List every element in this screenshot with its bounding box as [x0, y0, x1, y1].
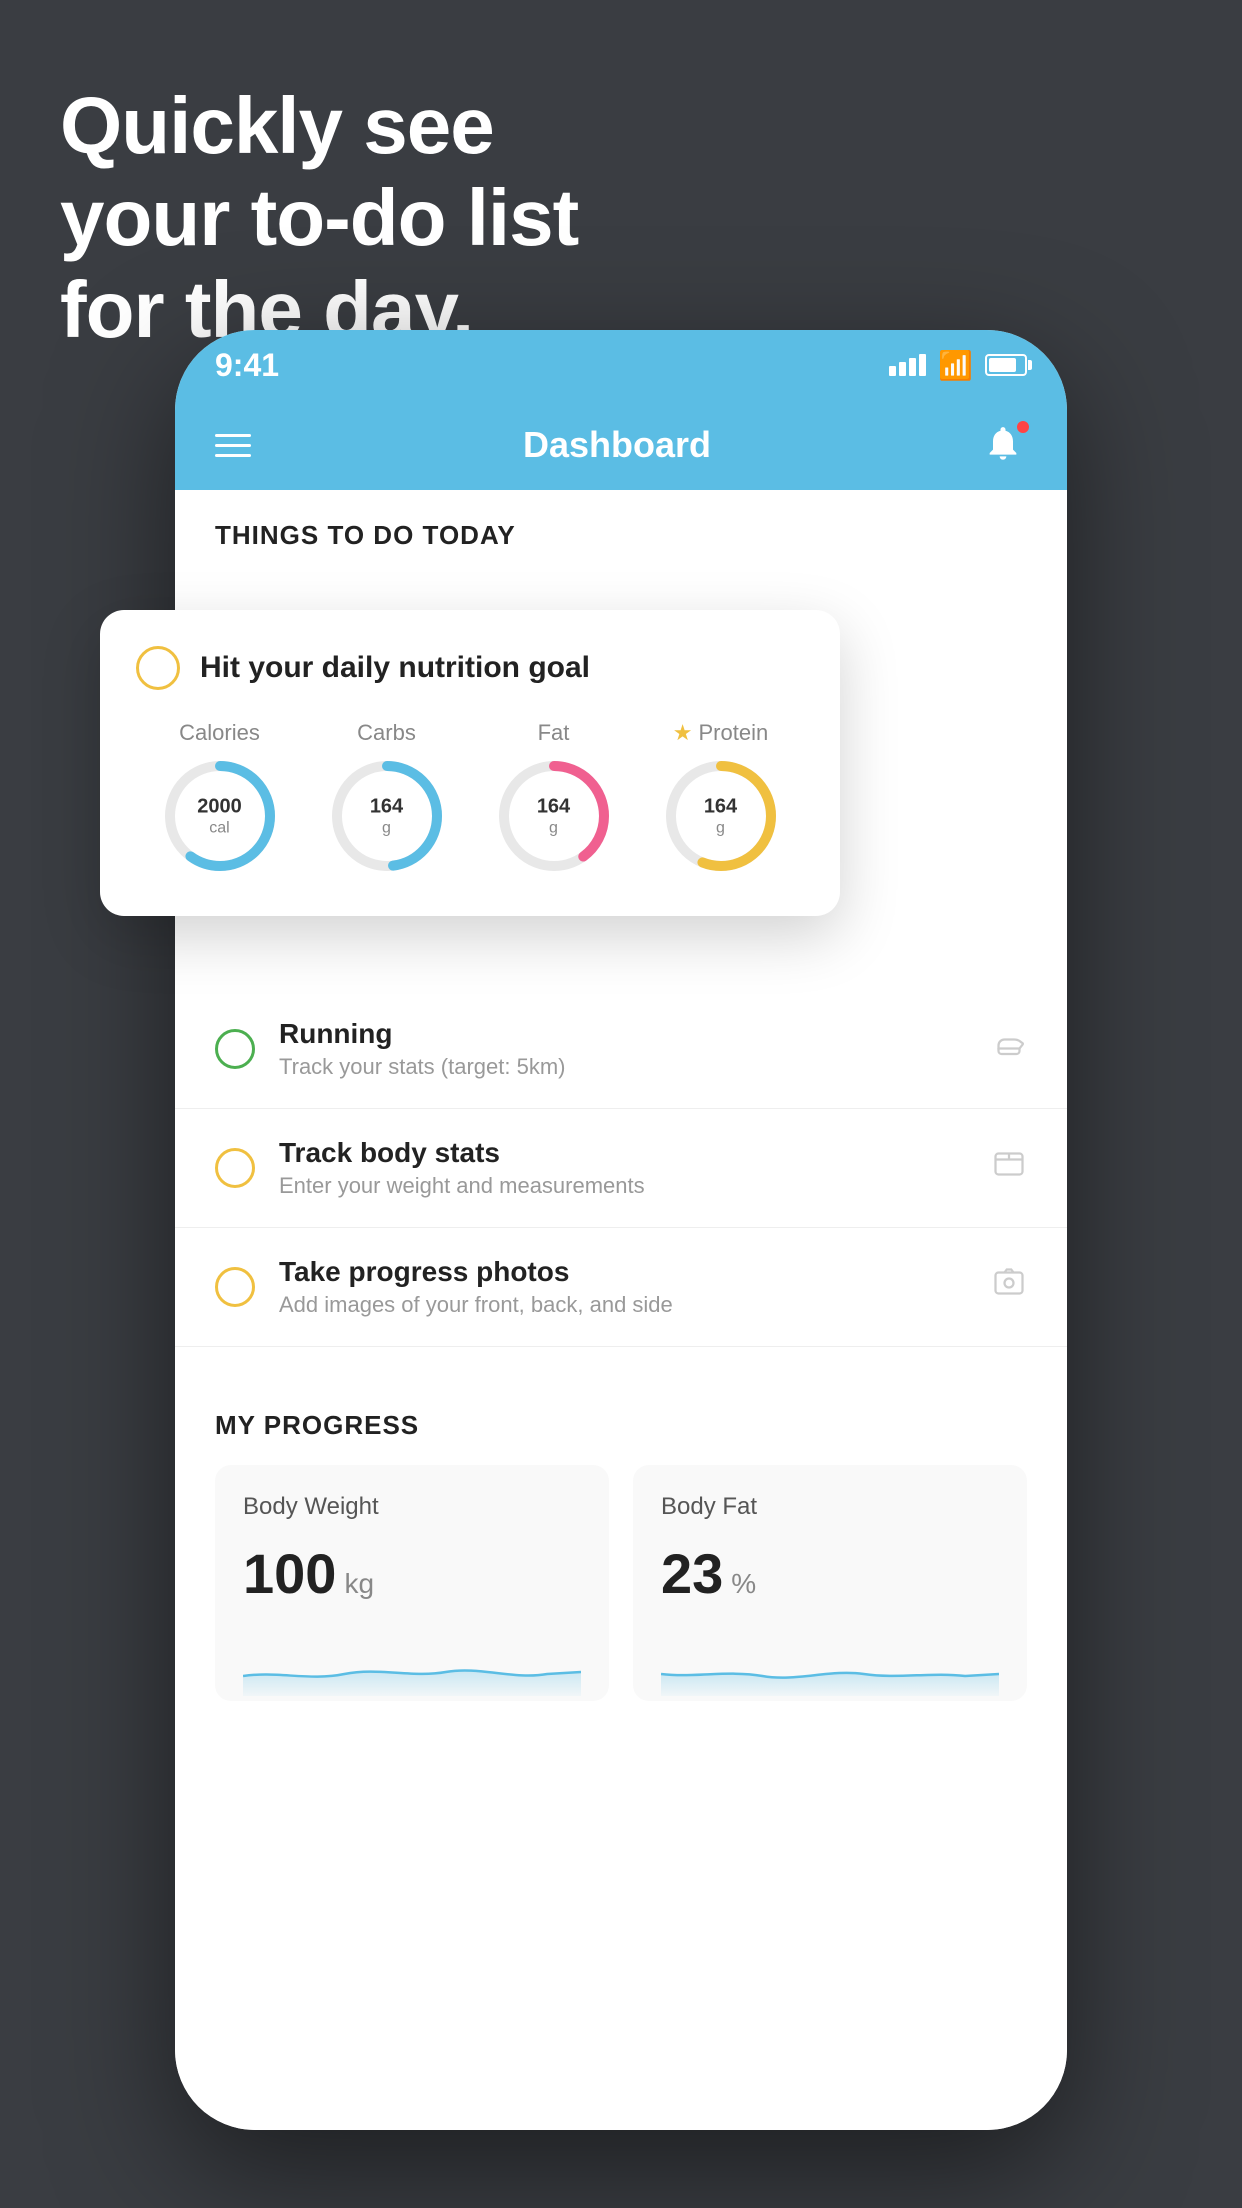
body-weight-label: Body Weight — [243, 1493, 581, 1521]
hamburger-menu-button[interactable] — [215, 434, 251, 457]
body-weight-unit: kg — [344, 1568, 374, 1600]
body-fat-number: 23 — [661, 1541, 723, 1606]
scale-icon — [991, 1146, 1027, 1190]
stat-fat: Fat 164 g — [494, 720, 614, 876]
todo-item-photos[interactable]: Take progress photos Add images of your … — [175, 1228, 1067, 1347]
body-fat-value-row: 23 % — [661, 1541, 999, 1606]
nutrition-title: Hit your daily nutrition goal — [200, 651, 590, 685]
fat-value: 164 g — [537, 794, 570, 837]
stat-fat-label: Fat — [538, 720, 570, 746]
protein-value: 164 g — [704, 794, 737, 837]
battery-icon — [985, 354, 1027, 376]
status-bar: 9:41 📶 — [175, 330, 1067, 400]
body-weight-chart — [243, 1636, 581, 1696]
signal-icon — [889, 354, 926, 376]
nutrition-stats: Calories 2000 cal Carbs — [136, 720, 804, 876]
stat-carbs: Carbs 164 g — [327, 720, 447, 876]
running-name: Running — [279, 1018, 967, 1050]
body-weight-value-row: 100 kg — [243, 1541, 581, 1606]
nutrition-card: Hit your daily nutrition goal Calories 2… — [100, 610, 840, 916]
progress-cards: Body Weight 100 kg — [215, 1465, 1027, 1701]
protein-circle: 164 g — [661, 756, 781, 876]
body-stats-checkbox[interactable] — [215, 1148, 255, 1188]
running-checkbox[interactable] — [215, 1029, 255, 1069]
photos-name: Take progress photos — [279, 1256, 967, 1288]
running-text: Running Track your stats (target: 5km) — [279, 1018, 967, 1080]
status-icons: 📶 — [889, 349, 1027, 382]
body-fat-unit: % — [731, 1568, 756, 1600]
calories-circle: 2000 cal — [160, 756, 280, 876]
nutrition-checkbox[interactable] — [136, 646, 180, 690]
headline-line2: your to-do list — [60, 172, 578, 264]
todo-item-running[interactable]: Running Track your stats (target: 5km) — [175, 990, 1067, 1109]
wifi-icon: 📶 — [938, 349, 973, 382]
headline-line1: Quickly see — [60, 80, 578, 172]
nav-title: Dashboard — [523, 424, 711, 466]
body-stats-name: Track body stats — [279, 1137, 967, 1169]
todo-list: Running Track your stats (target: 5km) T… — [175, 990, 1067, 1347]
body-fat-label: Body Fat — [661, 1493, 999, 1521]
todo-item-body-stats[interactable]: Track body stats Enter your weight and m… — [175, 1109, 1067, 1228]
body-fat-chart — [661, 1636, 999, 1696]
status-time: 9:41 — [215, 347, 279, 384]
photos-checkbox[interactable] — [215, 1267, 255, 1307]
fat-circle: 164 g — [494, 756, 614, 876]
nutrition-card-header: Hit your daily nutrition goal — [136, 646, 804, 690]
body-weight-card: Body Weight 100 kg — [215, 1465, 609, 1701]
body-stats-text: Track body stats Enter your weight and m… — [279, 1137, 967, 1199]
photo-icon — [991, 1265, 1027, 1309]
progress-section: MY PROGRESS Body Weight 100 kg — [175, 1370, 1067, 1741]
notification-dot — [1015, 419, 1031, 435]
carbs-value: 164 g — [370, 794, 403, 837]
progress-title: MY PROGRESS — [215, 1370, 1027, 1465]
photos-text: Take progress photos Add images of your … — [279, 1256, 967, 1318]
photos-desc: Add images of your front, back, and side — [279, 1292, 967, 1318]
things-title: THINGS TO DO TODAY — [215, 520, 1027, 551]
body-weight-number: 100 — [243, 1541, 336, 1606]
carbs-circle: 164 g — [327, 756, 447, 876]
star-icon: ★ — [673, 720, 693, 746]
calories-value: 2000 cal — [197, 794, 242, 837]
stat-carbs-label: Carbs — [357, 720, 416, 746]
headline: Quickly see your to-do list for the day. — [60, 80, 578, 356]
running-desc: Track your stats (target: 5km) — [279, 1054, 967, 1080]
body-stats-desc: Enter your weight and measurements — [279, 1173, 967, 1199]
nav-bar: Dashboard — [175, 400, 1067, 490]
body-fat-card: Body Fat 23 % — [633, 1465, 1027, 1701]
shoe-icon — [991, 1027, 1027, 1071]
things-section-header: THINGS TO DO TODAY — [175, 490, 1067, 571]
notification-bell-button[interactable] — [983, 423, 1027, 467]
stat-protein-label: ★ Protein — [673, 720, 768, 746]
stat-calories: Calories 2000 cal — [160, 720, 280, 876]
stat-protein: ★ Protein 164 g — [661, 720, 781, 876]
stat-calories-label: Calories — [179, 720, 260, 746]
